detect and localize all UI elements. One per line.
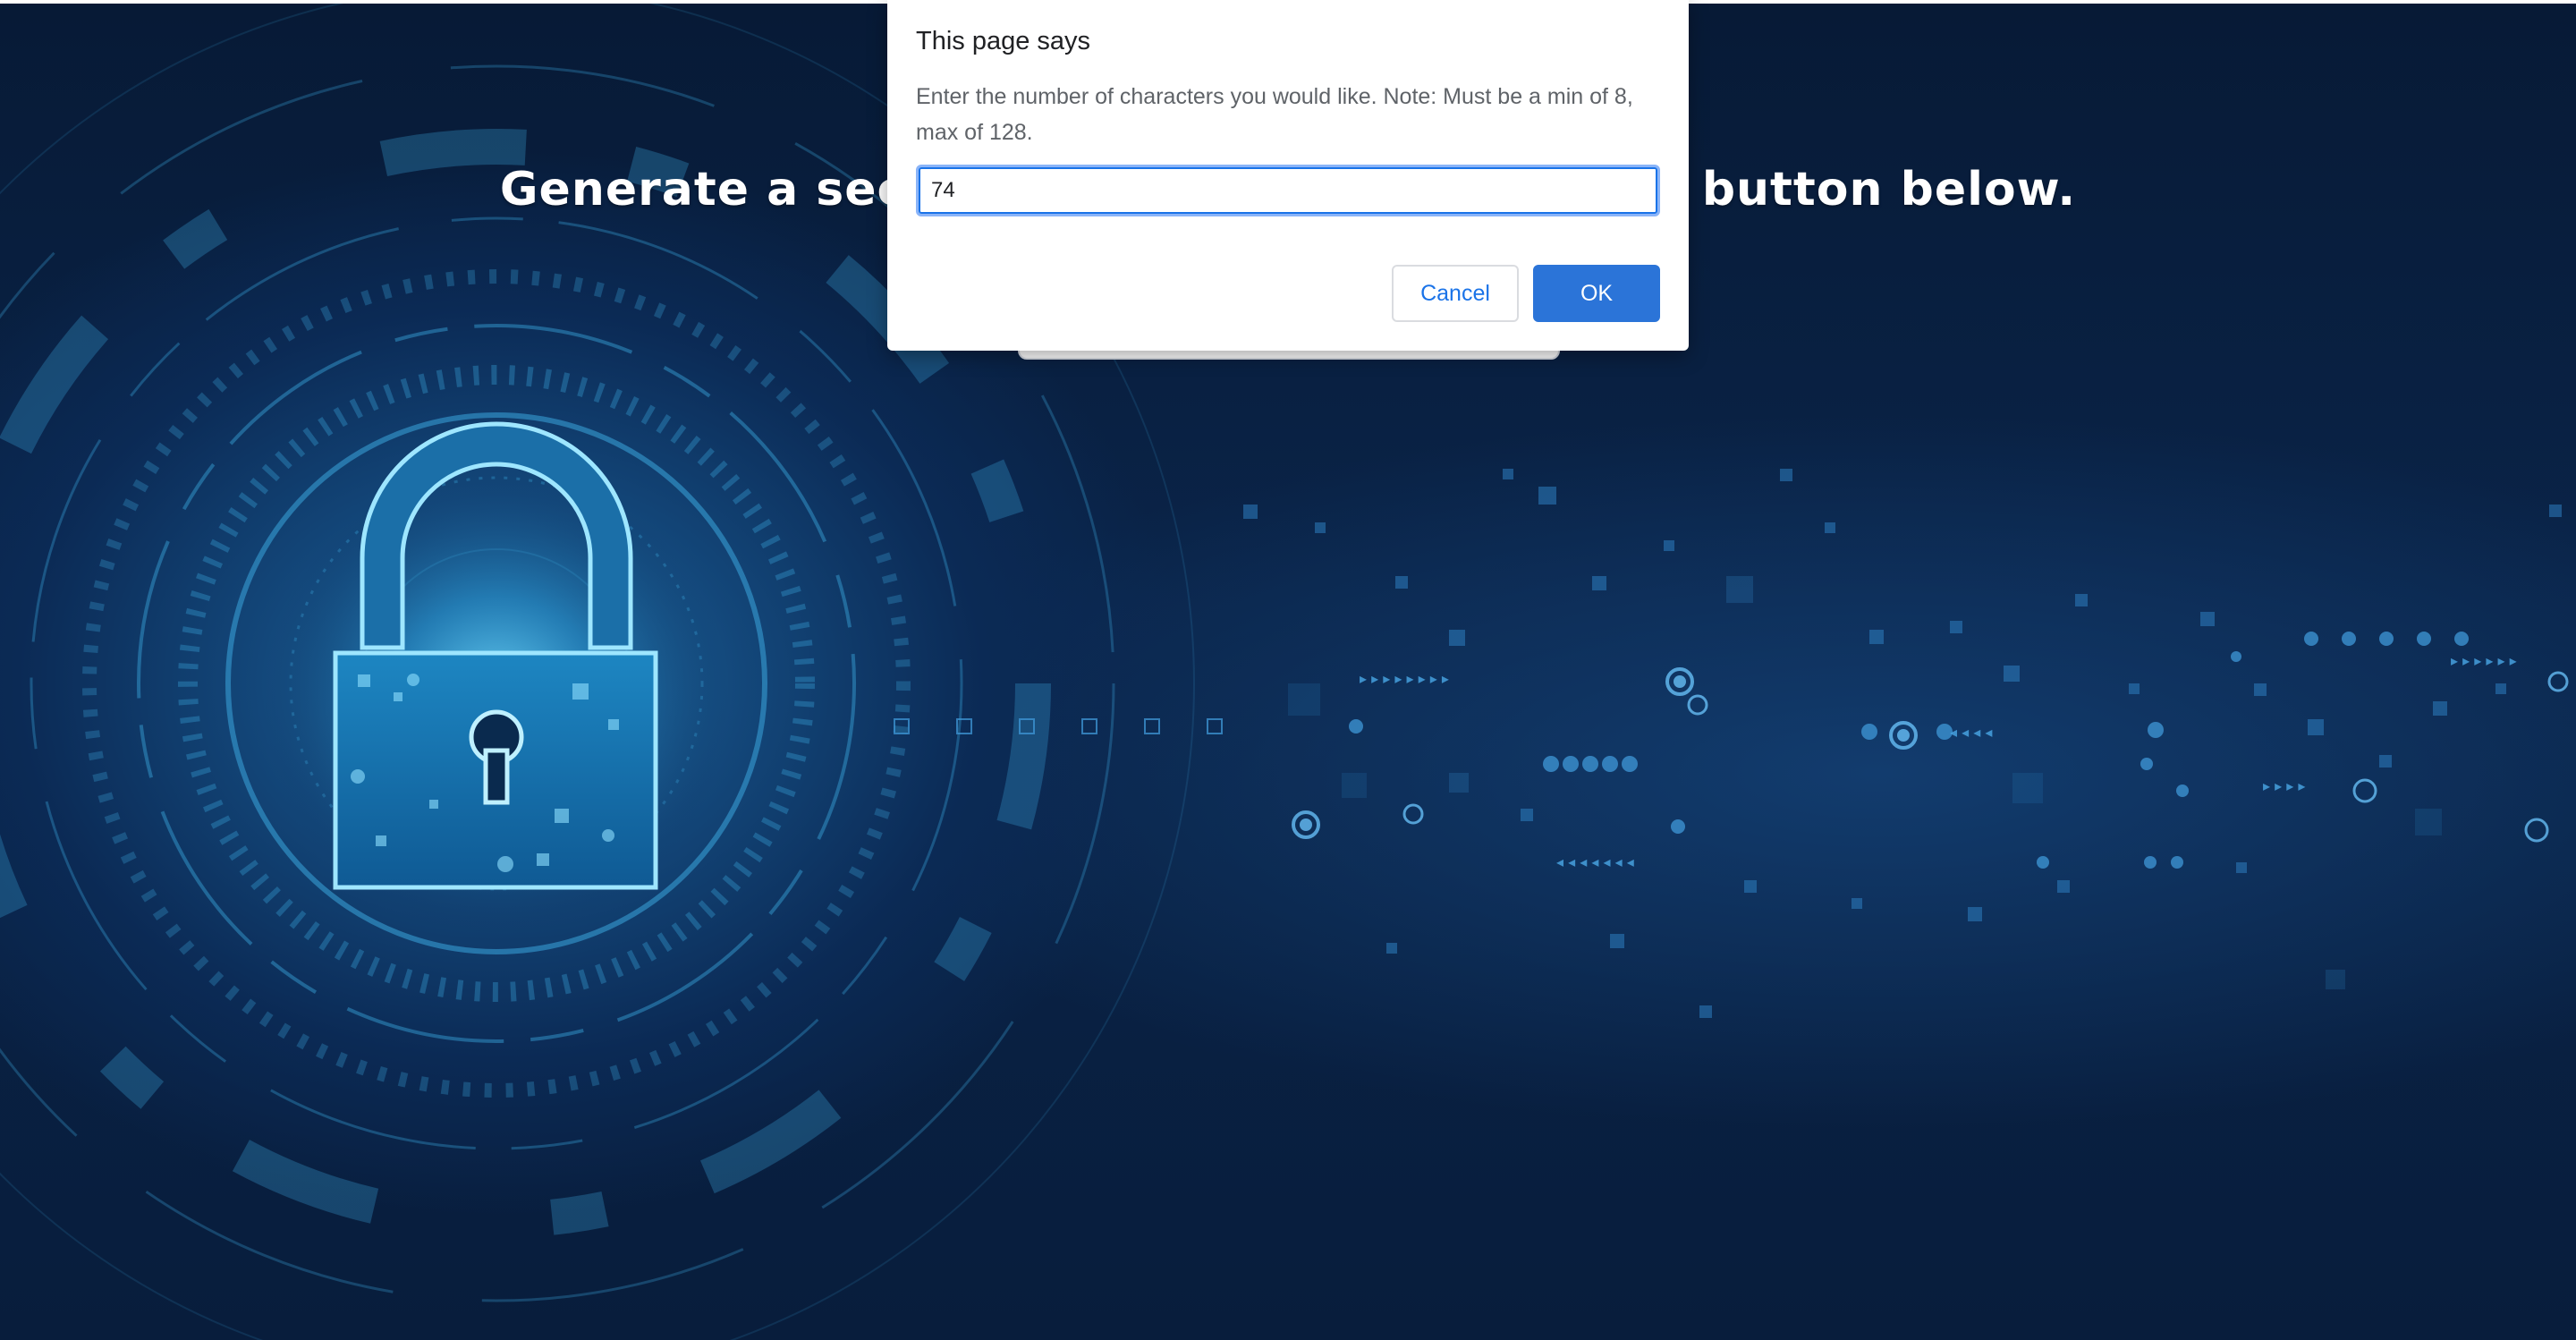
svg-text:◂ ◂ ◂ ◂ ◂ ◂ ◂: ◂ ◂ ◂ ◂ ◂ ◂ ◂ [1556, 853, 1634, 870]
dialog-message: Enter the number of characters you would… [916, 84, 1633, 145]
svg-text:▸ ▸ ▸ ▸: ▸ ▸ ▸ ▸ [2263, 777, 2305, 794]
character-count-input[interactable] [916, 165, 1660, 216]
svg-text:▸ ▸ ▸ ▸ ▸ ▸: ▸ ▸ ▸ ▸ ▸ ▸ [2451, 652, 2517, 669]
prompt-dialog: This page says Enter the number of chara… [887, 0, 1689, 351]
svg-text:◂ ◂ ◂ ◂: ◂ ◂ ◂ ◂ [1950, 724, 1992, 741]
dialog-title: This page says [916, 27, 1091, 55]
ok-button[interactable]: OK [1533, 265, 1660, 322]
cancel-button[interactable]: Cancel [1392, 265, 1519, 322]
svg-text:▸ ▸ ▸ ▸ ▸ ▸ ▸ ▸: ▸ ▸ ▸ ▸ ▸ ▸ ▸ ▸ [1360, 670, 1449, 687]
